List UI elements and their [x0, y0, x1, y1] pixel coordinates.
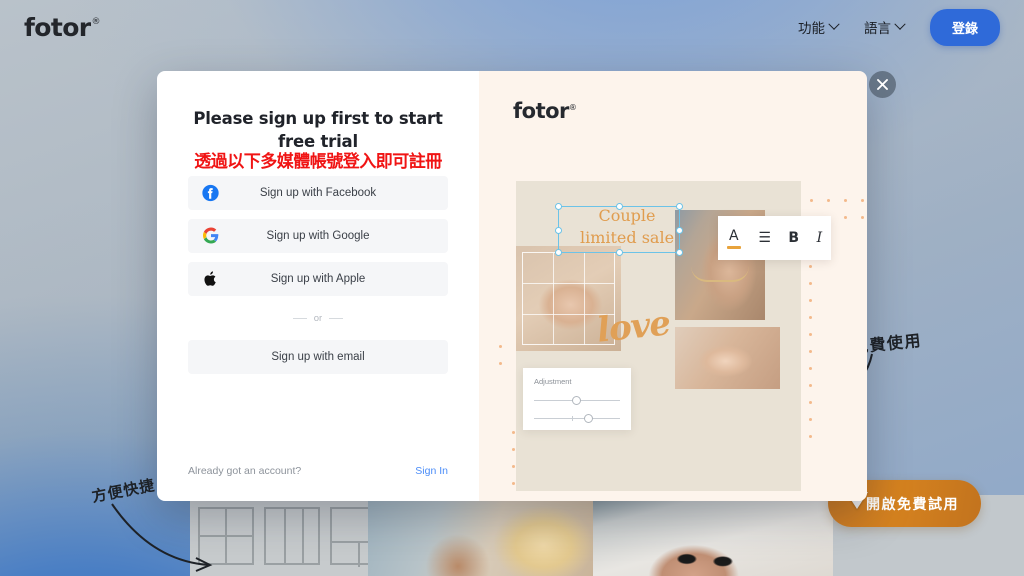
adjustment-title: Adjustment	[534, 377, 572, 386]
promo-logo: fotor®	[513, 99, 577, 123]
decorative-dot	[512, 482, 515, 485]
annotation-arrow-left	[111, 503, 213, 572]
resize-handle-bottom-left[interactable]	[555, 249, 562, 256]
nav-right-group: 功能 語言 登錄	[797, 8, 1000, 46]
decorative-dot	[861, 216, 864, 219]
decorative-dot	[809, 435, 812, 438]
nav-item-features[interactable]: 功能	[797, 17, 840, 37]
decorative-dot	[499, 345, 502, 348]
decorative-dot	[809, 265, 812, 268]
divider-line-right	[329, 317, 344, 319]
apple-icon	[202, 270, 219, 287]
close-modal-button[interactable]	[869, 71, 896, 98]
background-photo-people	[368, 495, 593, 576]
decorative-dot	[809, 299, 812, 302]
chevron-down-icon	[894, 18, 906, 30]
signup-with-email-button[interactable]: Sign up with email	[188, 339, 448, 374]
registered-mark-icon: ®	[91, 17, 101, 28]
decorative-dot	[809, 316, 812, 319]
nav-item-features-label: 功能	[797, 21, 825, 36]
decorative-dot	[512, 448, 515, 451]
necklace-chain	[691, 266, 749, 282]
top-navigation-bar: fotor® 功能 語言 登錄	[0, 0, 1024, 54]
promo-panel: fotor® Couple limited sale love A ☰ B I …	[479, 71, 867, 501]
decorative-dot	[810, 199, 813, 202]
resize-handle-top-center[interactable]	[616, 203, 623, 210]
decorative-dot	[499, 362, 502, 365]
resize-handle-top-right[interactable]	[676, 203, 683, 210]
login-button[interactable]: 登錄	[929, 8, 1000, 46]
signup-with-facebook-button[interactable]: Sign up with Facebook	[188, 175, 448, 210]
text-color-swatch	[726, 245, 741, 249]
google-icon	[202, 227, 219, 244]
decorative-dot	[809, 367, 812, 370]
signup-with-facebook-label: Sign up with Facebook	[259, 186, 377, 199]
signup-modal: Please sign up first to start free trial…	[157, 71, 867, 501]
resize-handle-bottom-center[interactable]	[616, 249, 623, 256]
adjustment-panel: Adjustment	[523, 368, 631, 430]
facebook-icon	[202, 184, 219, 201]
resize-handle-middle-left[interactable]	[555, 227, 562, 234]
site-logo-text: fotor	[24, 12, 91, 42]
resize-handle-bottom-right[interactable]	[676, 249, 683, 256]
or-divider: or	[188, 313, 448, 324]
adjustment-slider-1[interactable]	[534, 395, 620, 407]
decorative-dot	[809, 418, 812, 421]
signup-with-apple-label: Sign up with Apple	[270, 272, 366, 285]
resize-handle-middle-right[interactable]	[676, 227, 683, 234]
decorative-dot	[512, 465, 515, 468]
text-color-icon[interactable]: A	[726, 227, 741, 249]
or-divider-label: or	[313, 312, 323, 324]
slider-knob[interactable]	[584, 414, 594, 423]
site-logo[interactable]: fotor®	[24, 12, 101, 42]
slider-track	[534, 418, 620, 420]
align-icon[interactable]: ☰	[758, 230, 771, 246]
text-selection-box[interactable]	[555, 203, 683, 256]
decorative-dot	[844, 199, 847, 202]
decorative-dot	[809, 333, 812, 336]
italic-glyph: I	[816, 230, 823, 246]
decorative-dot	[809, 401, 812, 404]
registered-mark-icon: ®	[568, 103, 577, 112]
resize-handle-top-left[interactable]	[555, 203, 562, 210]
adjustment-slider-2[interactable]	[534, 413, 620, 425]
decorative-dot	[844, 216, 847, 219]
signup-with-google-label: Sign up with Google	[266, 229, 370, 242]
decorative-dot	[809, 350, 812, 353]
bold-icon[interactable]: B	[788, 230, 799, 246]
canvas-photo-ring[interactable]	[675, 327, 780, 389]
decorative-dot	[809, 282, 812, 285]
signup-with-email-label: Sign up with email	[271, 350, 365, 363]
nav-item-language-label: 語言	[863, 21, 891, 36]
signup-panel: Please sign up first to start free trial…	[157, 71, 479, 501]
sign-in-link[interactable]: Sign In	[415, 465, 448, 477]
italic-icon[interactable]: I	[817, 230, 823, 246]
text-format-toolbar: A ☰ B I	[718, 216, 831, 260]
already-account-label: Already got an account?	[188, 465, 302, 477]
decorative-dot	[861, 199, 864, 202]
canvas-script-word: love	[595, 303, 672, 351]
nav-item-language[interactable]: 語言	[863, 17, 906, 37]
signup-provider-list: Sign up with Facebook Sign up with Googl…	[188, 175, 448, 374]
signup-footer: Already got an account? Sign In	[188, 465, 448, 501]
signup-title: Please sign up first to start free trial	[193, 109, 443, 152]
decorative-dot	[512, 431, 515, 434]
decorative-dot	[827, 199, 830, 202]
chevron-down-icon	[828, 18, 840, 30]
promo-logo-text: fotor	[513, 99, 569, 123]
gift-ribbon	[671, 547, 743, 576]
close-icon	[877, 79, 888, 90]
signup-with-google-button[interactable]: Sign up with Google	[188, 218, 448, 253]
text-color-letter: A	[728, 227, 739, 244]
signup-with-apple-button[interactable]: Sign up with Apple	[188, 261, 448, 296]
template-thumb[interactable]	[264, 507, 320, 565]
decorative-dot	[809, 384, 812, 387]
bold-glyph: B	[788, 230, 800, 246]
slider-knob[interactable]	[572, 396, 582, 405]
background-photo-gift	[593, 495, 833, 576]
align-glyph: ☰	[758, 230, 771, 246]
slider-tick	[571, 416, 574, 421]
divider-line-left	[292, 317, 307, 319]
